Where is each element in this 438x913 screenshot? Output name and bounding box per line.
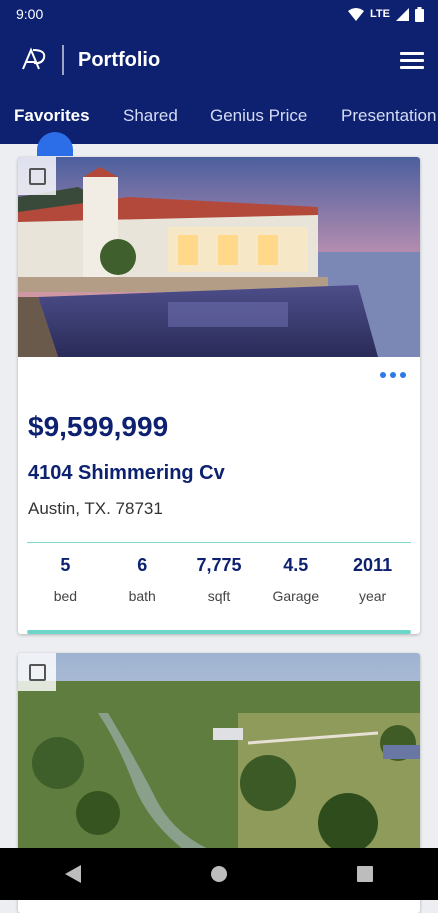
select-checkbox[interactable] <box>18 157 56 195</box>
stats-divider <box>27 542 411 543</box>
stat-value: 5 <box>60 555 71 575</box>
stat-label: bed <box>53 588 78 604</box>
stat-bath: 6 bath <box>104 555 181 604</box>
stat-label: bath <box>128 588 156 604</box>
listing-photo[interactable] <box>18 157 420 357</box>
hamburger-menu-icon[interactable] <box>400 48 424 72</box>
stat-year: 2011 year <box>334 555 411 604</box>
app-bar: Portfolio <box>0 28 438 92</box>
title-divider <box>62 45 64 75</box>
status-icons: LTE <box>348 6 424 22</box>
stat-value: 7,775 <box>196 555 242 575</box>
tab-presentation[interactable]: Presentation <box>341 106 436 126</box>
card-accent-bar <box>27 630 411 634</box>
wifi-icon <box>348 7 365 21</box>
listing-stats: 5 bed 6 bath 7,775 sqft 4.5 Garage 2011 … <box>27 555 411 604</box>
back-triangle-icon[interactable] <box>58 859 88 889</box>
listing-address[interactable]: 4104 Shimmering Cv <box>28 462 225 485</box>
listing-photo[interactable] <box>18 653 420 853</box>
ap-logo-icon[interactable] <box>20 45 50 75</box>
listing-city: Austin, TX. 78731 <box>28 499 163 518</box>
stat-sqft: 7,775 sqft <box>181 555 258 604</box>
stat-label: year <box>358 588 387 604</box>
signal-icon <box>396 7 409 21</box>
home-circle-icon[interactable] <box>204 859 234 889</box>
more-options-icon[interactable] <box>380 372 406 378</box>
network-type: LTE <box>370 8 390 20</box>
battery-icon <box>415 6 424 22</box>
status-bar: 9:00 LTE <box>0 0 438 28</box>
stat-value: 2011 <box>353 555 393 575</box>
tab-genius-price[interactable]: Genius Price <box>210 106 307 126</box>
stat-value: 4.5 <box>283 555 309 575</box>
status-time: 9:00 <box>16 6 44 22</box>
select-checkbox[interactable] <box>18 653 56 691</box>
recents-square-icon[interactable] <box>350 859 380 889</box>
page-title: Portfolio <box>78 48 161 71</box>
stat-label: Garage <box>272 588 320 604</box>
tab-shared[interactable]: Shared <box>123 106 178 126</box>
system-nav-bar <box>0 848 438 900</box>
stat-garage: 4.5 Garage <box>257 555 334 604</box>
listing-card[interactable]: $9,599,999 4104 Shimmering Cv Austin, TX… <box>18 157 420 634</box>
tab-favorites[interactable]: Favorites <box>14 106 90 126</box>
listing-price: $9,599,999 <box>28 411 169 442</box>
stat-label: sqft <box>207 588 231 604</box>
stat-bed: 5 bed <box>27 555 104 604</box>
stat-value: 6 <box>137 555 148 575</box>
